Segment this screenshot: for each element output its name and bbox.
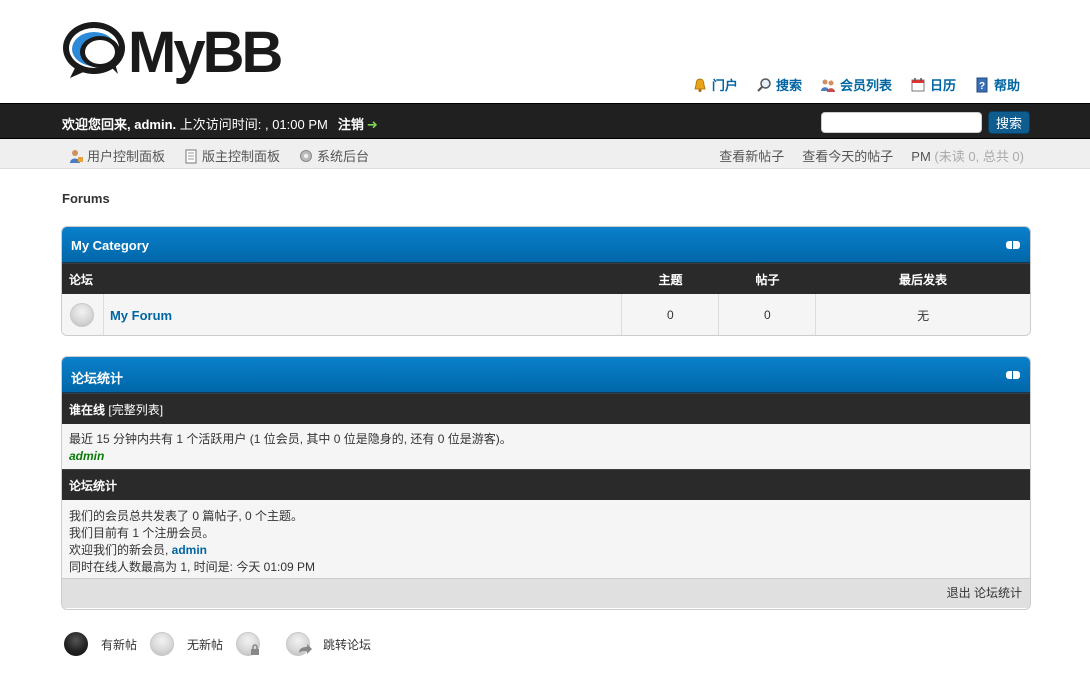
forum-no-new-posts-icon[interactable] bbox=[70, 303, 95, 327]
category-header: My Category bbox=[62, 227, 1030, 263]
last-visit-text: 上次访问时间: , 01:00 PM bbox=[176, 117, 328, 132]
top-link-portal[interactable]: 门户 bbox=[692, 75, 738, 94]
pm-label: PM bbox=[911, 149, 931, 164]
collapse-toggle-icon[interactable] bbox=[1006, 241, 1020, 249]
newest-member-prefix: 欢迎我们的新会员, bbox=[69, 543, 172, 557]
breadcrumb[interactable]: Forums bbox=[62, 191, 110, 206]
speech-bubble-logo-icon: MyBB bbox=[63, 20, 284, 85]
lock-icon bbox=[251, 644, 260, 655]
welcome-bar: 欢迎您回来, admin. 上次访问时间: , 01:00 PM 注销 ➜ 搜索 bbox=[0, 103, 1090, 139]
admincp-label: 系统后台 bbox=[317, 149, 370, 164]
redirect-arrow-icon bbox=[299, 644, 313, 654]
legend-item-new: 有新帖 bbox=[64, 632, 137, 656]
forum-old-icon bbox=[150, 632, 175, 656]
help-icon: ? bbox=[976, 77, 988, 92]
welcome-username[interactable]: admin. bbox=[134, 117, 176, 132]
modcp-link[interactable]: 版主控制面板 bbox=[183, 146, 280, 165]
panel-links-right: 查看新帖子 查看今天的帖子 PM (未读 0, 总共 0) bbox=[719, 146, 1024, 165]
stats-footer: 退出 论坛统计 bbox=[62, 578, 1030, 608]
legend-item-locked bbox=[236, 632, 273, 656]
user-cp-icon bbox=[70, 149, 83, 163]
col-forum: 论坛 bbox=[69, 272, 94, 287]
board-stats-subheader: 论坛统计 bbox=[62, 469, 1030, 500]
legend-label: 跳转论坛 bbox=[323, 637, 372, 652]
online-summary: 最近 15 分钟内共有 1 个活跃用户 (1 位会员, 其中 0 位是隐身的, … bbox=[69, 432, 512, 446]
pm-link[interactable]: PM (未读 0, 总共 0) bbox=[911, 146, 1024, 165]
legend-label: 有新帖 bbox=[101, 637, 138, 652]
legend-item-redirect: 跳转论坛 bbox=[286, 632, 371, 656]
search-button[interactable]: 搜索 bbox=[988, 111, 1030, 134]
usercp-link[interactable]: 用户控制面板 bbox=[68, 146, 165, 165]
col-threads: 主题 bbox=[658, 272, 683, 287]
top-link-label: 门户 bbox=[711, 78, 738, 93]
forum-status-cell bbox=[62, 294, 104, 335]
forum-row: My Forum 0 0 无 bbox=[62, 294, 1030, 335]
magnifier-icon bbox=[757, 77, 771, 92]
col-posts: 帖子 bbox=[755, 272, 780, 287]
today-posts-link[interactable]: 查看今天的帖子 bbox=[802, 146, 893, 165]
members-icon bbox=[820, 79, 835, 92]
admincp-link[interactable]: 系统后台 bbox=[298, 146, 369, 165]
gear-icon bbox=[300, 149, 313, 162]
usercp-label: 用户控制面板 bbox=[87, 149, 166, 164]
whos-online-header: 谁在线 [完整列表] bbox=[62, 393, 1030, 424]
forum-name-link[interactable]: My Forum bbox=[110, 308, 172, 323]
top-link-calendar[interactable]: 日历 bbox=[910, 75, 956, 94]
calendar-icon bbox=[911, 77, 925, 91]
top-links: 门户 搜索 会员列表 日历 ? 帮助 bbox=[692, 75, 1020, 94]
forum-column-headers: 论坛 主题 帖子 最后发表 bbox=[62, 263, 1030, 294]
top-link-help[interactable]: ? 帮助 bbox=[974, 75, 1020, 94]
whos-online-title: 谁在线 bbox=[69, 402, 106, 417]
board-stats-row: 我们的会员总共发表了 0 篇帖子, 0 个主题。 我们目前有 1 个注册会员。 … bbox=[62, 500, 1030, 578]
notepad-icon bbox=[185, 149, 197, 163]
forum-threads-count: 0 bbox=[622, 294, 720, 335]
board-stats-subtitle: 论坛统计 bbox=[69, 478, 118, 493]
bell-icon bbox=[694, 78, 706, 92]
category-table: My Category 论坛 主题 帖子 最后发表 My Forum 0 0 无 bbox=[61, 226, 1031, 336]
online-user-link[interactable]: admin bbox=[69, 448, 1023, 465]
forum-posts-count: 0 bbox=[719, 294, 817, 335]
stats-line-newest: 欢迎我们的新会员, admin bbox=[69, 542, 1023, 559]
stats-header: 论坛统计 bbox=[62, 357, 1030, 393]
full-list-link[interactable]: [完整列表] bbox=[108, 401, 163, 418]
board-stats-table: 论坛统计 谁在线 [完整列表] 最近 15 分钟内共有 1 个活跃用户 (1 位… bbox=[61, 356, 1031, 610]
forum-icon-legend: 有新帖 无新帖 跳转论坛 bbox=[64, 632, 384, 656]
top-link-memberlist[interactable]: 会员列表 bbox=[820, 75, 892, 94]
welcome-greeting: 欢迎您回来, bbox=[62, 117, 135, 132]
pm-counts: (未读 0, 总共 0) bbox=[934, 149, 1024, 164]
logout-arrow-icon: ➜ bbox=[366, 117, 378, 132]
top-link-label: 搜索 bbox=[775, 78, 802, 93]
search-input[interactable] bbox=[821, 112, 982, 133]
newest-member-link[interactable]: admin bbox=[172, 543, 207, 557]
category-title[interactable]: My Category bbox=[71, 238, 149, 253]
new-posts-link[interactable]: 查看新帖子 bbox=[719, 146, 784, 165]
whos-online-row: 最近 15 分钟内共有 1 个活跃用户 (1 位会员, 其中 0 位是隐身的, … bbox=[62, 424, 1030, 469]
stats-line-posts: 我们的会员总共发表了 0 篇帖子, 0 个主题。 bbox=[69, 509, 304, 523]
collapse-toggle-icon[interactable] bbox=[1006, 371, 1020, 379]
panel-links-bar: 用户控制面板 版主控制面板 系统后台 查看新帖子 查看今天的帖子 PM (未读 … bbox=[0, 139, 1090, 169]
top-link-label: 日历 bbox=[929, 78, 956, 93]
forum-locked-icon bbox=[236, 632, 261, 656]
stats-line-record: 同时在线人数最高为 1, 时间是: 今天 01:09 PM bbox=[69, 560, 316, 574]
legend-item-old: 无新帖 bbox=[150, 632, 223, 656]
stats-footer-link[interactable]: 退出 论坛统计 bbox=[947, 584, 1022, 601]
logout-link[interactable]: 注销 bbox=[338, 117, 364, 132]
svg-text:?: ? bbox=[979, 81, 985, 92]
stats-title: 论坛统计 bbox=[71, 371, 124, 386]
svg-text:MyBB: MyBB bbox=[128, 20, 281, 85]
stats-line-members: 我们目前有 1 个注册会员。 bbox=[69, 526, 215, 540]
mybb-logo[interactable]: MyBB bbox=[62, 14, 292, 90]
forum-new-icon bbox=[64, 632, 88, 656]
forum-lastpost: 无 bbox=[917, 308, 930, 323]
forum-name-cell: My Forum bbox=[103, 294, 623, 335]
panel-links-left: 用户控制面板 版主控制面板 系统后台 bbox=[68, 146, 369, 165]
modcp-label: 版主控制面板 bbox=[202, 149, 281, 164]
welcome-block: 欢迎您回来, admin. 上次访问时间: , 01:00 PM 注销 ➜ bbox=[62, 114, 378, 133]
top-link-label: 帮助 bbox=[993, 78, 1020, 93]
top-link-label: 会员列表 bbox=[839, 78, 892, 93]
legend-label: 无新帖 bbox=[187, 637, 224, 652]
col-lastpost: 最后发表 bbox=[898, 272, 947, 287]
top-link-search[interactable]: 搜索 bbox=[756, 75, 802, 94]
forum-redirect-icon bbox=[286, 632, 313, 656]
